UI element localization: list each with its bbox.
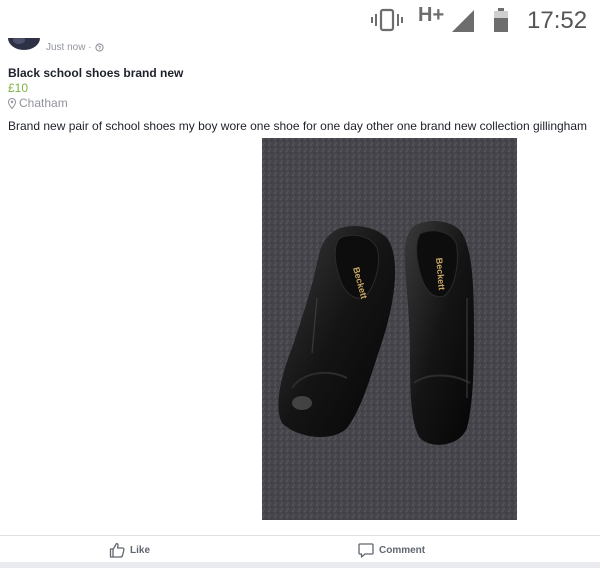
listing-title[interactable]: Black school shoes brand new [8,66,183,80]
like-button[interactable]: Like [109,542,150,558]
right-shoe: Beckett [404,221,474,445]
listing-price: £10 [8,81,29,95]
battery-icon [494,8,508,32]
comment-icon [358,543,374,558]
location-pin-icon [8,97,16,109]
timestamp-text: Just now · [46,42,92,53]
status-bar: H+ 17:52 [0,0,600,40]
location-text: Chatham [19,96,68,110]
like-label: Like [130,544,151,556]
post-timestamp: Just now · [46,42,104,53]
comment-button[interactable]: Comment [358,542,425,558]
listing-photo[interactable]: Beckett Beckett [262,138,517,520]
listing-description: Brand new pair of school shoes my boy wo… [8,119,588,133]
comment-label: Comment [379,544,426,556]
action-divider [0,535,600,536]
signal-icon [452,10,474,32]
feed-separator [0,562,600,568]
network-type: H+ [418,4,445,26]
avatar[interactable] [7,38,41,54]
clock: 17:52 [527,7,588,34]
globe-icon [94,43,104,52]
listing-location: Chatham [8,96,68,110]
thumbs-up-icon [109,542,125,558]
vibrate-icon [371,8,403,32]
